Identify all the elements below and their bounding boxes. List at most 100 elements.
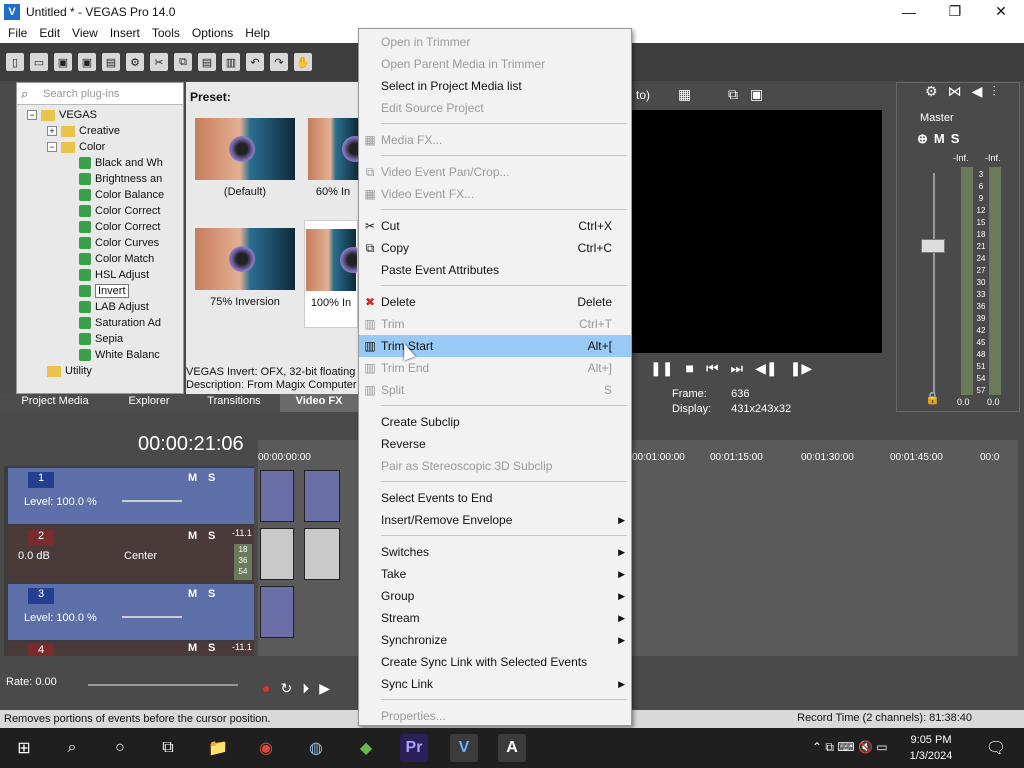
pause-icon[interactable]: ❚❚	[650, 360, 673, 377]
audio-clip[interactable]	[260, 528, 294, 580]
menu-item-select-in-project-media-list[interactable]: Select in Project Media list	[359, 75, 631, 97]
tree-item[interactable]: White Balanc	[17, 347, 183, 363]
taskbar-clock[interactable]: 9:05 PM 1/3/2024	[905, 732, 957, 764]
downmix-icon[interactable]: ⋈	[948, 83, 962, 100]
copy-icon[interactable]: ⧉	[174, 53, 192, 71]
speaker-icon[interactable]: ◀	[972, 83, 983, 100]
preset-default[interactable]: (Default)	[190, 118, 300, 198]
tree-item[interactable]: Color Correct	[17, 219, 183, 235]
stop-icon[interactable]: ■	[685, 360, 693, 377]
menu-item-properties[interactable]: Properties...	[359, 705, 631, 727]
save-snapshot-icon[interactable]: ▣	[750, 86, 763, 103]
menu-item-video-event-fx[interactable]: ▦ Video Event FX...	[359, 183, 631, 205]
save-as-icon[interactable]: ▣	[78, 53, 96, 71]
track-solo[interactable]: S	[208, 642, 215, 654]
tree-item[interactable]: Brightness an	[17, 171, 183, 187]
undo-icon[interactable]: ↶	[246, 53, 264, 71]
level-slider[interactable]	[122, 616, 182, 618]
next-frame-icon[interactable]: ⏭	[731, 360, 744, 377]
chrome-icon[interactable]: ◉	[252, 734, 280, 762]
menu-item-paste-event-attributes[interactable]: Paste Event Attributes	[359, 259, 631, 281]
menu-item-take[interactable]: Take ▶	[359, 563, 631, 585]
open-icon[interactable]: ▭	[30, 53, 48, 71]
tree-item[interactable]: Sepia	[17, 331, 183, 347]
collapse-icon[interactable]: −	[47, 142, 57, 152]
gear-icon[interactable]: ⚙	[925, 83, 938, 100]
menu-help[interactable]: Help	[239, 26, 276, 40]
audio-clip[interactable]	[304, 528, 340, 580]
preset-60[interactable]: 60% In	[308, 118, 358, 198]
menu-item-media-fx[interactable]: ▦ Media FX...	[359, 129, 631, 151]
menu-insert[interactable]: Insert	[104, 26, 146, 40]
lock-icon[interactable]: 🔒	[925, 391, 940, 405]
menu-item-group[interactable]: Group ▶	[359, 585, 631, 607]
master-fader[interactable]	[921, 239, 945, 253]
maximize-button[interactable]: ❐	[932, 0, 978, 23]
track-mute[interactable]: M	[188, 642, 197, 654]
menu-item-edit-source-project[interactable]: Edit Source Project	[359, 97, 631, 119]
app-icon[interactable]: A	[498, 734, 526, 762]
tree-item[interactable]: Color Correct	[17, 203, 183, 219]
vegas-icon[interactable]: V	[450, 734, 478, 762]
master-mute[interactable]: M	[934, 131, 945, 147]
track-mute[interactable]: M	[188, 472, 197, 484]
file-explorer-icon[interactable]: 📁	[204, 734, 232, 762]
tree-item[interactable]: Black and Wh	[17, 155, 183, 171]
menu-item-open-parent-media-in-trimmer[interactable]: Open Parent Media in Trimmer	[359, 53, 631, 75]
preset-100[interactable]: 100% In	[304, 220, 358, 328]
collapse-icon[interactable]: −	[27, 110, 37, 120]
menu-item-reverse[interactable]: Reverse	[359, 433, 631, 455]
tree-item[interactable]: HSL Adjust	[17, 267, 183, 283]
menu-item-insert-remove-envelope[interactable]: Insert/Remove Envelope ▶	[359, 509, 631, 531]
menu-item-split[interactable]: ▥ Split S	[359, 379, 631, 401]
loop-icon[interactable]: ↻	[280, 680, 292, 697]
tree-item[interactable]: − VEGAS	[17, 107, 183, 123]
tab-project-media[interactable]: Project Media	[0, 394, 110, 412]
tree-item[interactable]: Invert	[17, 283, 183, 299]
menu-item-open-in-trimmer[interactable]: Open in Trimmer	[359, 31, 631, 53]
premiere-icon[interactable]: Pr	[400, 734, 428, 762]
menu-file[interactable]: File	[2, 26, 33, 40]
tab-video-fx[interactable]: Video FX	[280, 394, 358, 412]
app-icon[interactable]: ◆	[352, 734, 380, 762]
task-view-icon[interactable]: ⧉	[154, 734, 182, 762]
level-slider[interactable]	[122, 500, 182, 502]
paste-icon[interactable]: ▤	[198, 53, 216, 71]
step-forward-icon[interactable]: ❚▶	[790, 360, 813, 377]
rate-slider[interactable]	[88, 684, 238, 686]
tree-item[interactable]: Saturation Ad	[17, 315, 183, 331]
track-solo[interactable]: S	[208, 588, 215, 600]
record-icon[interactable]: ●	[262, 680, 270, 697]
menu-item-cut[interactable]: ✂ Cut Ctrl+X	[359, 215, 631, 237]
track-mute[interactable]: M	[188, 530, 197, 542]
master-solo[interactable]: S	[951, 131, 960, 147]
menu-item-synchronize[interactable]: Synchronize ▶	[359, 629, 631, 651]
menu-item-trim[interactable]: ▥ Trim Ctrl+T	[359, 313, 631, 335]
step-back-icon[interactable]: ◀❚	[755, 360, 778, 377]
video-clip[interactable]	[260, 586, 294, 638]
close-button[interactable]: ✕	[978, 0, 1024, 23]
track-2[interactable]: 2 M S -11.1 0.0 dB Center 18 36 54	[8, 526, 254, 582]
track-mute[interactable]: M	[188, 588, 197, 600]
preset-75[interactable]: 75% Inversion	[190, 228, 300, 308]
delete-icon[interactable]: ▥	[222, 53, 240, 71]
tree-item[interactable]: + Creative	[17, 123, 183, 139]
menu-item-delete[interactable]: ✖ Delete Delete	[359, 291, 631, 313]
menu-item-pair-as-stereoscopic-3d-subclip[interactable]: Pair as Stereoscopic 3D Subclip	[359, 455, 631, 477]
tree-item[interactable]: LAB Adjust	[17, 299, 183, 315]
track-1[interactable]: 1 M S Level: 100.0 %	[8, 468, 254, 524]
edit-tool-icon[interactable]: ✋	[294, 53, 312, 71]
tab-transitions[interactable]: Transitions	[188, 394, 280, 412]
app-icon[interactable]: ◍	[302, 734, 330, 762]
play-icon[interactable]: ▶	[319, 680, 330, 697]
menu-item-video-event-pan-crop[interactable]: ⧉ Video Event Pan/Crop...	[359, 161, 631, 183]
menu-item-switches[interactable]: Switches ▶	[359, 541, 631, 563]
prev-frame-icon[interactable]: ⏮	[706, 360, 719, 377]
tree-item[interactable]: Color Balance	[17, 187, 183, 203]
start-button[interactable]: ⊞	[10, 734, 38, 762]
search-icon[interactable]: ⌕	[58, 734, 86, 762]
save-icon[interactable]: ▣	[54, 53, 72, 71]
track-4[interactable]: 4 M S -11.1	[8, 642, 254, 656]
plugin-search-input[interactable]: ⌕ Search plug-ins	[17, 83, 183, 105]
menu-item-sync-link[interactable]: Sync Link ▶	[359, 673, 631, 695]
